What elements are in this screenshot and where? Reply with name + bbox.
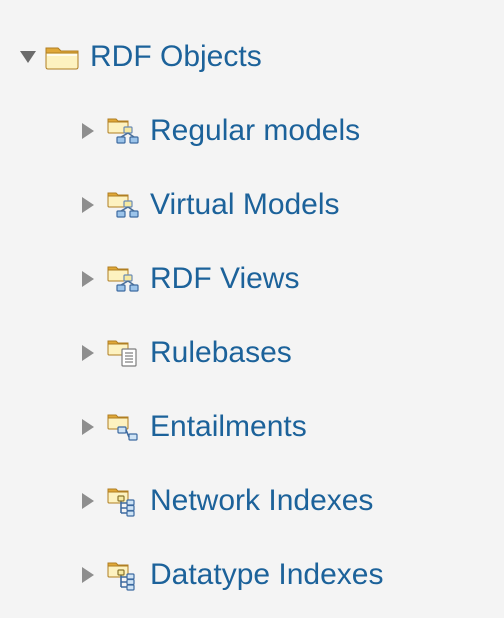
tree-item-network-indexes[interactable]: Network Indexes — [18, 464, 504, 538]
tree-item-virtual-models[interactable]: Virtual Models — [18, 168, 504, 242]
tree-item-label: Datatype Indexes — [150, 558, 383, 592]
tree-item-label: Regular models — [150, 114, 360, 148]
chevron-right-icon[interactable] — [78, 195, 98, 215]
tree-item-label: Entailments — [150, 410, 307, 444]
chevron-right-icon[interactable] — [78, 491, 98, 511]
tree-item-rdf-views[interactable]: RDF Views — [18, 242, 504, 316]
chevron-down-icon[interactable] — [18, 47, 38, 67]
tree-item-rdf-objects[interactable]: RDF Objects — [18, 20, 504, 94]
folder-tree-icon — [104, 483, 140, 519]
folder-list-icon — [104, 335, 140, 371]
tree-item-label: RDF Objects — [90, 40, 262, 74]
tree-item-label: Rulebases — [150, 336, 292, 370]
tree-item-label: RDF Views — [150, 262, 299, 296]
chevron-right-icon[interactable] — [78, 565, 98, 585]
tree-item-rulebases[interactable]: Rulebases — [18, 316, 504, 390]
folder-open-icon — [44, 39, 80, 75]
tree-item-label: Network Indexes — [150, 484, 373, 518]
folder-model-icon — [104, 187, 140, 223]
chevron-right-icon[interactable] — [78, 121, 98, 141]
folder-link-icon — [104, 409, 140, 445]
tree-item-entailments[interactable]: Entailments — [18, 390, 504, 464]
folder-model-icon — [104, 261, 140, 297]
folder-tree-icon — [104, 557, 140, 593]
chevron-right-icon[interactable] — [78, 417, 98, 437]
chevron-right-icon[interactable] — [78, 269, 98, 289]
tree-item-label: Virtual Models — [150, 188, 340, 222]
navigation-tree: RDF Objects Regular models Virtual Model… — [0, 0, 504, 612]
chevron-right-icon[interactable] — [78, 343, 98, 363]
folder-model-icon — [104, 113, 140, 149]
tree-item-datatype-indexes[interactable]: Datatype Indexes — [18, 538, 504, 612]
tree-item-regular-models[interactable]: Regular models — [18, 94, 504, 168]
